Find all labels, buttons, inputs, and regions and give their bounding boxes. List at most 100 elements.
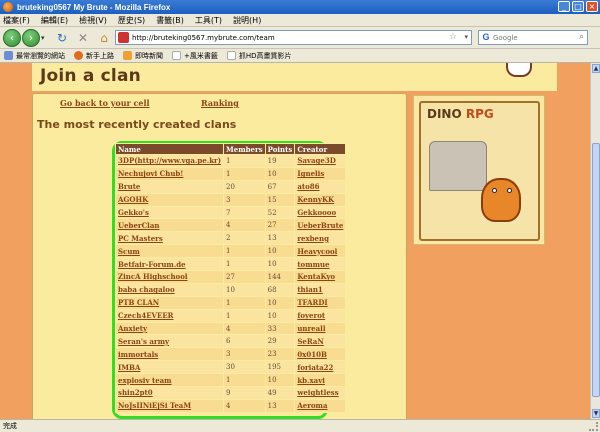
bookmark-hd-video[interactable]: 抓HD高畫質影片 <box>226 51 292 61</box>
cell-points: 10 <box>264 295 296 310</box>
menu-view[interactable]: 檢視(V) <box>79 15 107 26</box>
clan-link[interactable]: NoJsIINiEjSi TeaM <box>118 401 191 410</box>
menu-history[interactable]: 歷史(S) <box>118 15 145 26</box>
cell-creator: SeRaN <box>294 334 347 349</box>
table-row: Czech4EVEER 1 10 foyerot <box>114 308 347 323</box>
cell-points: 49 <box>264 386 296 400</box>
clan-link[interactable]: baba chagaloo <box>118 285 175 294</box>
creator-link[interactable]: KennyKK <box>297 195 334 204</box>
status-bar: 完成 <box>0 419 600 432</box>
reload-icon[interactable]: ↻ <box>55 31 69 45</box>
clan-link[interactable]: Nechujovi Chub! <box>118 169 183 178</box>
menu-help[interactable]: 說明(H) <box>233 15 261 26</box>
clan-link[interactable]: Scum <box>118 247 140 256</box>
maximize-button[interactable]: □ <box>572 1 584 12</box>
creator-link[interactable]: SeRaN <box>297 337 323 346</box>
cell-points: 10 <box>264 244 296 259</box>
back-to-cell-link[interactable]: Go back to your cell <box>60 98 150 108</box>
clan-link[interactable]: UeberClan <box>118 221 159 230</box>
url-bar[interactable]: ☆ ▾ <box>115 30 472 45</box>
dino-rpg-logo: DINO RPG <box>427 107 494 121</box>
clan-link[interactable]: Seran's army <box>118 337 169 346</box>
clan-link[interactable]: Czech4EVEER <box>118 311 173 320</box>
scroll-up-icon[interactable]: ▲ <box>592 64 600 73</box>
creator-link[interactable]: 0x010B <box>297 350 327 359</box>
search-box[interactable]: G ⌕ <box>478 30 588 45</box>
stop-icon[interactable]: ✕ <box>76 31 90 45</box>
table-row: Betfair-Forum.de 1 10 tommue <box>114 257 347 272</box>
search-input[interactable] <box>493 33 573 42</box>
creator-link[interactable]: Savage3D <box>297 156 335 165</box>
search-icon[interactable]: ⌕ <box>579 32 584 42</box>
creator-link[interactable]: KentaKyo <box>297 272 335 281</box>
clan-link[interactable]: PC Masters <box>118 234 163 243</box>
menu-tools[interactable]: 工具(T) <box>195 15 222 26</box>
forward-button[interactable]: › <box>22 28 40 47</box>
dino-rpg-banner[interactable]: DINO RPG <box>413 95 545 245</box>
menu-file[interactable]: 檔案(F) <box>3 15 30 26</box>
clan-link[interactable]: immortals <box>118 350 158 359</box>
cell-creator: tommue <box>294 257 347 272</box>
creator-link[interactable]: foyerot <box>297 311 325 320</box>
bookmark-fengmi[interactable]: +風米書籤 <box>172 51 218 61</box>
status-text: 完成 <box>3 422 17 430</box>
bookmark-news[interactable]: 即時新聞 <box>123 51 163 61</box>
ranking-link[interactable]: Ranking <box>201 98 239 108</box>
scrollbar-thumb[interactable] <box>592 143 600 397</box>
creator-link[interactable]: kb.xavi <box>297 376 325 385</box>
back-button[interactable]: ‹ <box>3 28 21 47</box>
cell-name: 3DP(http://www.vga.pe.kr) <box>114 154 225 168</box>
cell-creator: unreall <box>294 321 347 336</box>
cell-members: 4 <box>223 321 266 336</box>
menu-edit[interactable]: 編輯(E) <box>41 15 68 26</box>
home-icon[interactable]: ⌂ <box>97 31 111 45</box>
scroll-down-icon[interactable]: ▼ <box>592 409 600 418</box>
creator-link[interactable]: Heavycool <box>297 247 337 256</box>
creator-link[interactable]: tommue <box>297 260 329 269</box>
cell-creator: rexbeng <box>294 231 347 246</box>
clan-link[interactable]: Gekko's <box>118 208 149 217</box>
clan-link[interactable]: ZincA Highschool <box>118 272 188 281</box>
creator-link[interactable]: UeberBrute <box>297 221 343 230</box>
clan-link[interactable]: Betfair-Forum.de <box>118 260 186 269</box>
clan-link[interactable]: PTB CLAN <box>118 298 159 307</box>
history-dropdown-icon[interactable]: ▾ <box>41 34 49 42</box>
minimize-button[interactable]: _ <box>558 1 570 12</box>
clan-link[interactable]: Brute <box>118 182 140 191</box>
resize-grip-icon[interactable] <box>589 422 598 431</box>
creator-link[interactable]: Gekkoooo <box>297 208 336 217</box>
bookmark-most-visited[interactable]: 最常瀏覽的網站 <box>4 51 65 61</box>
creator-link[interactable]: rexbeng <box>297 234 329 243</box>
creator-link[interactable]: weightless <box>297 388 338 397</box>
close-button[interactable]: × <box>586 1 598 12</box>
clan-link[interactable]: Anxiety <box>118 324 147 333</box>
bookmark-getting-started[interactable]: 新手上路 <box>74 51 114 61</box>
url-dropdown-icon[interactable]: ▾ <box>464 33 468 41</box>
cell-name: PTB CLAN <box>114 295 225 310</box>
creator-link[interactable]: foriata22 <box>297 363 333 372</box>
header-members: Members <box>223 143 266 155</box>
clan-link[interactable]: AGOHK <box>118 195 148 204</box>
table-header-row: Name Members Points Creator <box>114 143 347 155</box>
cell-points: 19 <box>264 154 296 168</box>
url-input[interactable] <box>132 33 432 42</box>
star-bookmark-icon <box>4 51 13 60</box>
bookmark-star-icon[interactable]: ☆ <box>449 32 457 42</box>
clan-link[interactable]: explosiv team <box>118 376 172 385</box>
creator-link[interactable]: thian1 <box>297 285 322 294</box>
creator-link[interactable]: unreall <box>297 324 325 333</box>
dino-character-image <box>481 178 521 222</box>
creator-link[interactable]: TFARDI <box>297 298 327 307</box>
cell-name: shin2pt0 <box>114 386 225 400</box>
cell-creator: Gekkoooo <box>294 205 347 220</box>
creator-link[interactable]: Aeroma <box>297 401 327 410</box>
creator-link[interactable]: ato86 <box>297 182 319 191</box>
clan-link[interactable]: shin2pt0 <box>118 388 153 397</box>
clan-link[interactable]: 3DP(http://www.vga.pe.kr) <box>118 156 221 165</box>
vertical-scrollbar[interactable]: ▲ ▼ <box>590 63 600 419</box>
creator-link[interactable]: Ignelis <box>297 169 324 178</box>
clan-link[interactable]: IMBA <box>118 363 140 372</box>
cell-creator: Ignelis <box>294 166 347 181</box>
menu-bookmarks[interactable]: 書籤(B) <box>156 15 184 26</box>
google-icon[interactable]: G <box>479 31 493 44</box>
